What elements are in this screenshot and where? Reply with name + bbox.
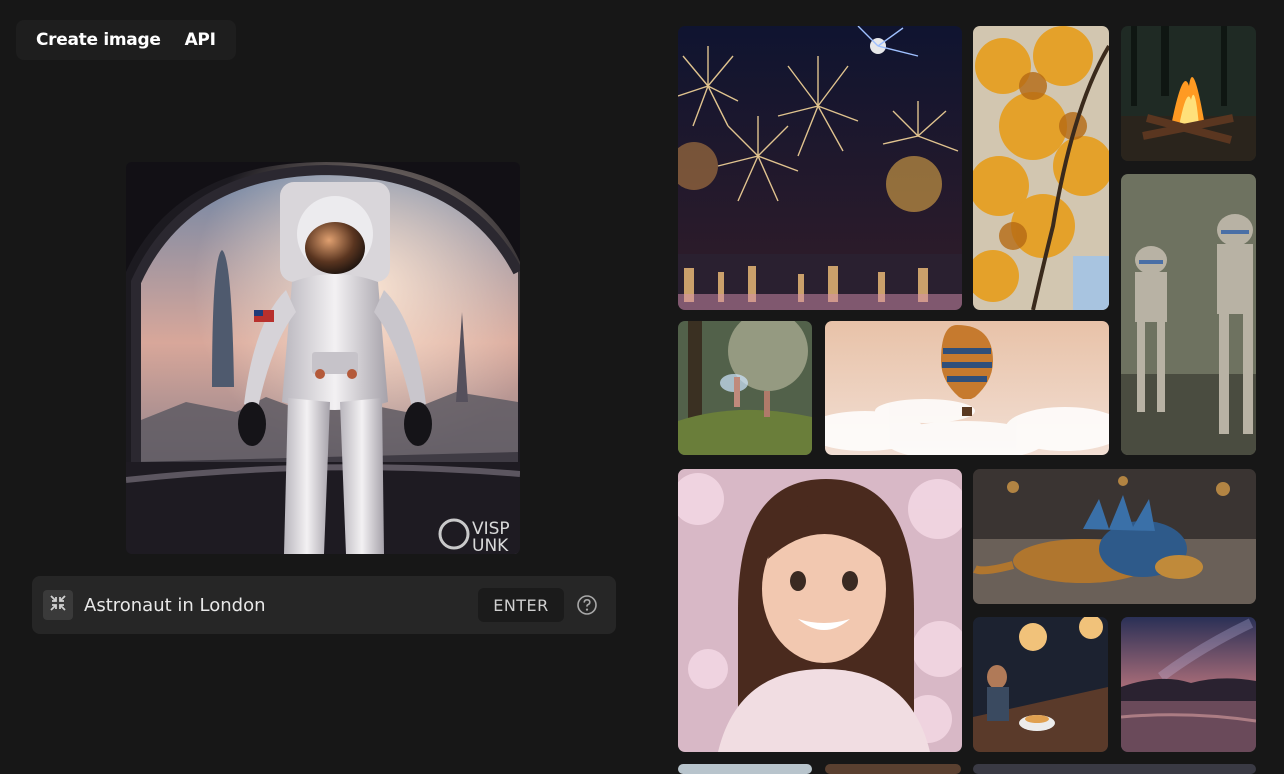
enter-button[interactable]: ENTER xyxy=(478,588,564,622)
gallery-image-night-sky-lake[interactable] xyxy=(1121,617,1256,752)
gallery-image-smiling-girl-blossoms[interactable] xyxy=(678,469,962,752)
collapse-arrows-icon xyxy=(48,593,68,617)
question-circle-icon[interactable] xyxy=(576,594,598,616)
tab-api[interactable]: API xyxy=(175,24,226,56)
generated-image-preview[interactable]: VISP UNK xyxy=(126,162,520,554)
gallery-image-fireworks[interactable] xyxy=(678,26,962,310)
watermark-line-2: UNK xyxy=(472,536,509,554)
collapse-button[interactable] xyxy=(43,590,73,620)
gallery-image-partial[interactable] xyxy=(825,764,961,774)
gallery-image-partial[interactable] xyxy=(973,764,1256,774)
gallery-image-hot-air-balloon[interactable] xyxy=(825,321,1109,455)
gallery-image-fairies-forest[interactable] xyxy=(678,321,812,455)
prompt-bar: ENTER xyxy=(32,576,616,634)
gallery-image-campfire[interactable] xyxy=(1121,26,1256,161)
prompt-input[interactable] xyxy=(84,590,464,620)
top-nav: Create image API xyxy=(16,20,236,60)
gallery-image-blue-dragon[interactable] xyxy=(973,469,1256,604)
gallery-image-partial[interactable] xyxy=(678,764,812,774)
gallery-image-night-diner[interactable] xyxy=(973,617,1108,752)
tab-create-image[interactable]: Create image xyxy=(26,24,171,56)
gallery-image-autumn-leaves[interactable] xyxy=(973,26,1109,310)
gallery-image-robots[interactable] xyxy=(1121,174,1256,455)
